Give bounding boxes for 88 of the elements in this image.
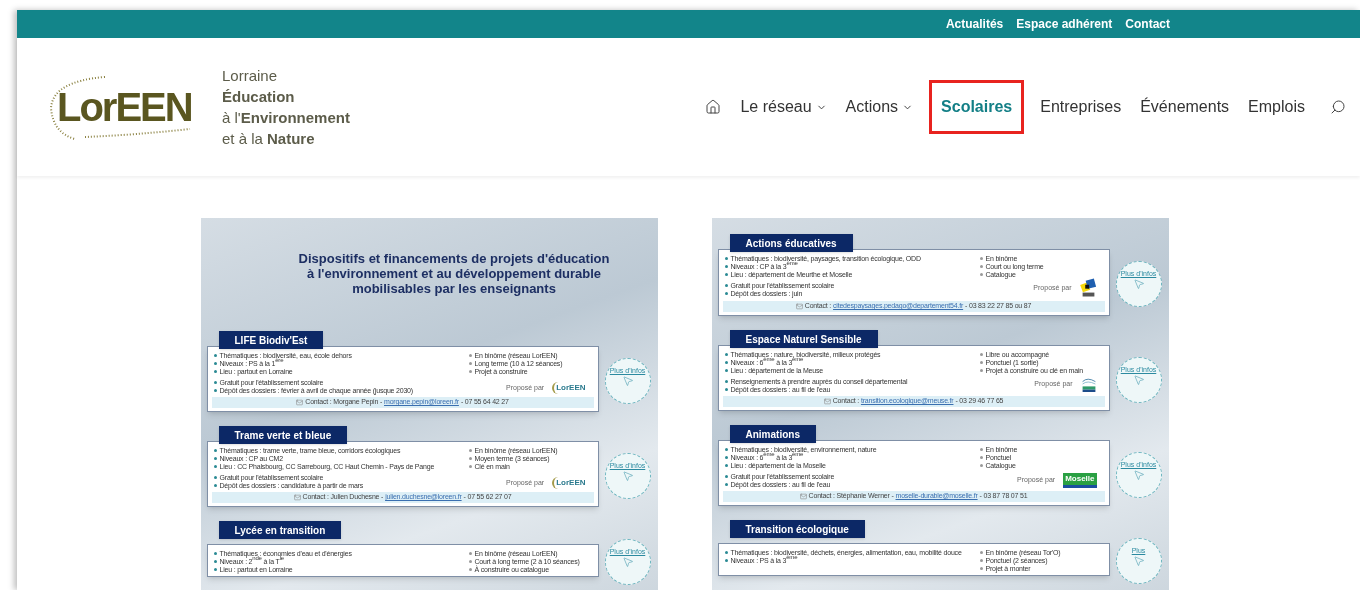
nav-link[interactable]: Le réseau [740,95,827,119]
bullet-icon [468,369,472,373]
envelope-icon [296,399,304,406]
envelope-icon [795,303,803,310]
envelope-icon [799,493,807,500]
bullet-icon [213,456,217,460]
card-title: Lycée en transition [218,521,342,539]
bullet-icon [979,352,983,356]
bullet-icon [724,264,728,268]
bullet-icon [213,475,217,479]
bullet-icon [724,291,728,295]
bullet-icon [724,447,728,451]
top-link[interactable]: Contact [1125,15,1170,33]
bullet-icon [468,361,472,365]
bullet-icon [724,379,728,383]
bullet-icon [724,360,728,364]
bullet-icon [724,283,728,287]
nav-link[interactable]: Entreprises [1040,95,1122,119]
bullet-icon [213,448,217,452]
bullet-icon [979,455,983,459]
cursor-icon [1132,278,1145,290]
cursor-icon [621,556,634,568]
nav-link[interactable]: Actions [845,95,914,119]
bullet-icon [213,380,217,384]
cursor-icon [621,374,634,387]
bullet-icon [468,559,472,563]
nav-link[interactable]: Événements [1140,95,1230,119]
nav-link[interactable]: Scolaires [932,83,1022,131]
bullet-icon [468,464,472,468]
bullet-icon [468,551,472,555]
poster-heading: Dispositifs et financements de projets d'éducation à l'environnement et au développement durable mobilisables par les enseignants [297,251,611,296]
bullet-icon [979,558,983,562]
top-link[interactable]: Actualités [945,15,1004,33]
bullet-icon [979,272,983,276]
bullet-icon [213,559,217,563]
envelope-icon [823,398,831,405]
cursor-icon [621,469,634,482]
squares-logo-icon [1079,278,1097,298]
bullet-icon [724,272,728,276]
bullet-icon [724,482,728,486]
card-title: Actions éducatives [729,234,853,252]
bullet-icon [724,474,728,478]
partner-logo: LorEEN [552,382,586,394]
partner-logo: LorEEN [552,477,586,489]
bullet-icon [979,256,983,260]
logo-tagline: Lorraine Éducation à l'Environnement et à la Nature [222,66,350,149]
bullet-icon [724,387,728,391]
bullet-icon [979,550,983,554]
bullet-icon [724,463,728,467]
bullet-icon [979,447,983,451]
bullet-icon [724,368,728,372]
partner-logo: Moselle [1063,473,1097,488]
cursor-icon [1132,555,1145,567]
envelope-icon [293,494,301,501]
bullet-icon [979,360,983,364]
bullet-icon [468,456,472,460]
card-title: Transition écologique [729,520,865,538]
search-icon[interactable] [1330,99,1346,115]
cursor-icon [1132,373,1145,386]
logo-wordmark[interactable]: LorEEN [57,77,192,137]
bullet-icon [468,567,472,571]
bullet-icon [213,361,217,365]
bullet-icon [979,368,983,372]
bullet-icon [979,463,983,467]
bullet-icon [724,558,728,562]
bullet-icon [724,256,728,260]
card-title: Espace Naturel Sensible [729,330,878,348]
bullet-icon [213,567,217,571]
bullet-icon [213,388,217,392]
bullet-icon [724,352,728,356]
card-title: LIFE Biodiv'Est [218,331,324,349]
cursor-icon [1132,468,1145,481]
bullet-icon [213,353,217,357]
bullet-icon [213,464,217,468]
bullet-icon [468,353,472,357]
bullet-icon [979,566,983,570]
bullet-icon [213,551,217,555]
card-title: Trame verte et bleue [218,426,348,444]
nav-link[interactable]: Emplois [1248,95,1305,119]
bullet-icon [724,455,728,459]
bullet-icon [213,483,217,487]
bullet-icon [979,264,983,268]
bullet-icon [468,448,472,452]
home-icon[interactable] [705,99,722,115]
bullet-icon [213,369,217,373]
card-title: Animations [729,425,816,443]
bullet-icon [724,550,728,554]
top-link[interactable]: Espace adhérent [1016,15,1113,33]
